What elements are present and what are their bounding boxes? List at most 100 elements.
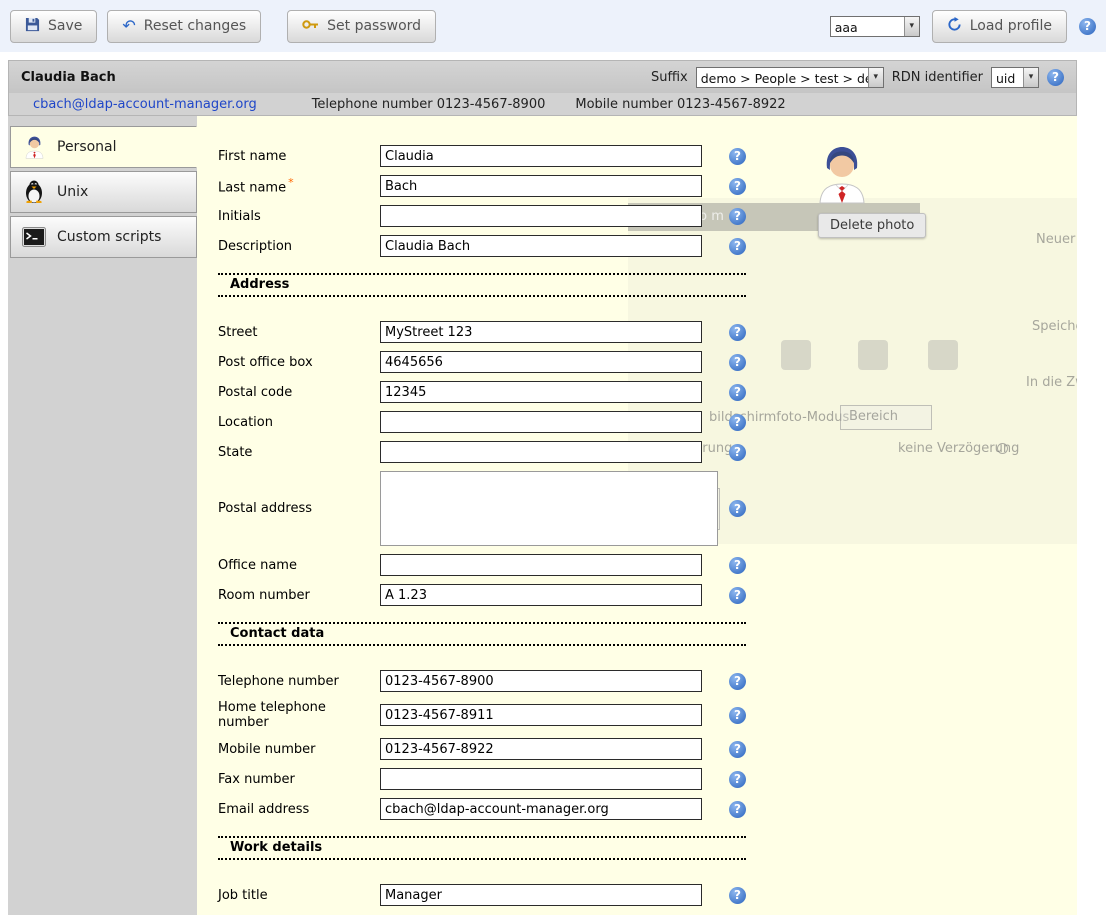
form-row-initials: Initials (218, 205, 748, 227)
rdn-select-value: uid (992, 68, 1023, 87)
module-sidebar: Personal Unix Custom scripts (8, 116, 197, 915)
form-row-last-name: Last name* (218, 175, 748, 197)
room-number-label: Room number (218, 588, 380, 603)
help-icon[interactable] (729, 238, 746, 255)
description-input[interactable] (380, 235, 702, 257)
mobile-number-input[interactable] (380, 738, 702, 760)
form-row-fax-number: Fax number (218, 768, 748, 790)
office-name-input[interactable] (380, 554, 702, 576)
street-input[interactable] (380, 321, 702, 343)
ghost-text: keine Verzögerung (898, 441, 1019, 456)
help-icon[interactable] (729, 673, 746, 690)
mobile-number-label: Mobile number (218, 742, 380, 757)
help-icon[interactable] (1079, 18, 1096, 35)
tab-custom-scripts-label: Custom scripts (57, 229, 161, 245)
suffix-select[interactable]: demo > People > test > de (696, 67, 884, 88)
help-icon[interactable] (729, 707, 746, 724)
help-icon[interactable] (1047, 69, 1064, 86)
terminal-icon (21, 227, 47, 247)
save-icon (25, 17, 40, 36)
help-icon[interactable] (729, 801, 746, 818)
room-number-input[interactable] (380, 584, 702, 606)
initials-input[interactable] (380, 205, 702, 227)
post-office-box-input[interactable] (380, 351, 702, 373)
tab-personal[interactable]: Personal (10, 126, 197, 168)
first-name-input[interactable] (380, 145, 702, 167)
ghost-thumbnail (781, 340, 811, 370)
postal-address-textarea[interactable] (380, 471, 718, 546)
section-address: Address (218, 273, 746, 297)
help-icon[interactable] (729, 178, 746, 195)
user-photo (815, 146, 869, 208)
fax-number-input[interactable] (380, 768, 702, 790)
profile-select-value: aaa (831, 17, 904, 36)
form-row-office-name: Office name (218, 554, 748, 576)
form-row-first-name: First name (218, 145, 748, 167)
tab-custom-scripts[interactable]: Custom scripts (10, 216, 197, 258)
ghost-thumbnail (928, 340, 958, 370)
save-label: Save (48, 18, 82, 34)
location-input[interactable] (380, 411, 702, 433)
initials-label: Initials (218, 209, 380, 224)
rdn-select[interactable]: uid (991, 67, 1039, 88)
email-address-input[interactable] (380, 798, 702, 820)
save-button[interactable]: Save (10, 10, 97, 43)
street-label: Street (218, 325, 380, 340)
form-row-email-address: Email address (218, 798, 748, 820)
telephone-summary: Telephone number 0123-4567-8900 (312, 97, 546, 112)
form-row-location: Location (218, 411, 748, 433)
help-icon[interactable] (729, 557, 746, 574)
help-icon[interactable] (729, 500, 746, 517)
load-profile-button[interactable]: Load profile (932, 10, 1067, 43)
form-row-description: Description (218, 235, 748, 257)
first-name-label: First name (218, 149, 380, 164)
form-row-home-telephone-number: Home telephone number (218, 700, 748, 730)
state-input[interactable] (380, 441, 702, 463)
undo-icon: ↶ (122, 18, 135, 34)
form-row-job-title: Job title (218, 884, 748, 906)
ghost-thumbnail (858, 340, 888, 370)
last-name-input[interactable] (380, 175, 702, 197)
suffix-select-value: demo > People > test > de (697, 68, 868, 87)
tab-unix[interactable]: Unix (10, 171, 197, 213)
refresh-icon (947, 17, 962, 36)
help-icon[interactable] (729, 384, 746, 401)
tab-personal-label: Personal (57, 139, 117, 155)
ghost-text: Neuer S (1036, 232, 1077, 247)
help-icon[interactable] (729, 324, 746, 341)
job-title-input[interactable] (380, 884, 702, 906)
help-icon[interactable] (729, 414, 746, 431)
form-row-post-office-box: Post office box (218, 351, 748, 373)
account-header: Claudia Bach Suffix demo > People > test… (8, 60, 1077, 116)
form-row-postal-code: Postal code (218, 381, 748, 403)
form-row-telephone-number: Telephone number (218, 670, 748, 692)
ghost-text: In die Zwisch (1026, 375, 1077, 390)
form-row-postal-address: Postal address (218, 471, 748, 546)
form-row-room-number: Room number (218, 584, 748, 606)
help-icon[interactable] (729, 771, 746, 788)
help-icon[interactable] (729, 887, 746, 904)
delete-photo-button[interactable]: Delete photo (818, 213, 926, 238)
ghost-text: Bereich (840, 405, 932, 430)
location-label: Location (218, 415, 380, 430)
ghost-text: Speichern (1032, 319, 1077, 334)
telephone-number-input[interactable] (380, 670, 702, 692)
help-icon[interactable] (729, 148, 746, 165)
help-icon[interactable] (729, 587, 746, 604)
reset-changes-button[interactable]: ↶ Reset changes (107, 10, 261, 43)
account-header-row2: cbach@ldap-account-manager.org Telephone… (9, 93, 1076, 115)
key-icon (302, 18, 319, 34)
profile-select[interactable]: aaa (830, 16, 920, 37)
main-area: Personal Unix Custom scripts schirmfoto … (8, 116, 1106, 915)
home-telephone-number-input[interactable] (380, 704, 702, 726)
help-icon[interactable] (729, 444, 746, 461)
help-icon[interactable] (729, 354, 746, 371)
help-icon[interactable] (729, 741, 746, 758)
set-password-button[interactable]: Set password (287, 10, 436, 43)
personal-tab-content: schirmfoto m Neuer S Speichern In die Zw… (197, 116, 1077, 915)
postal-code-input[interactable] (380, 381, 702, 403)
form-row-street: Street (218, 321, 748, 343)
help-icon[interactable] (729, 208, 746, 225)
reset-changes-label: Reset changes (144, 18, 246, 34)
email-link[interactable]: cbach@ldap-account-manager.org (33, 97, 257, 112)
